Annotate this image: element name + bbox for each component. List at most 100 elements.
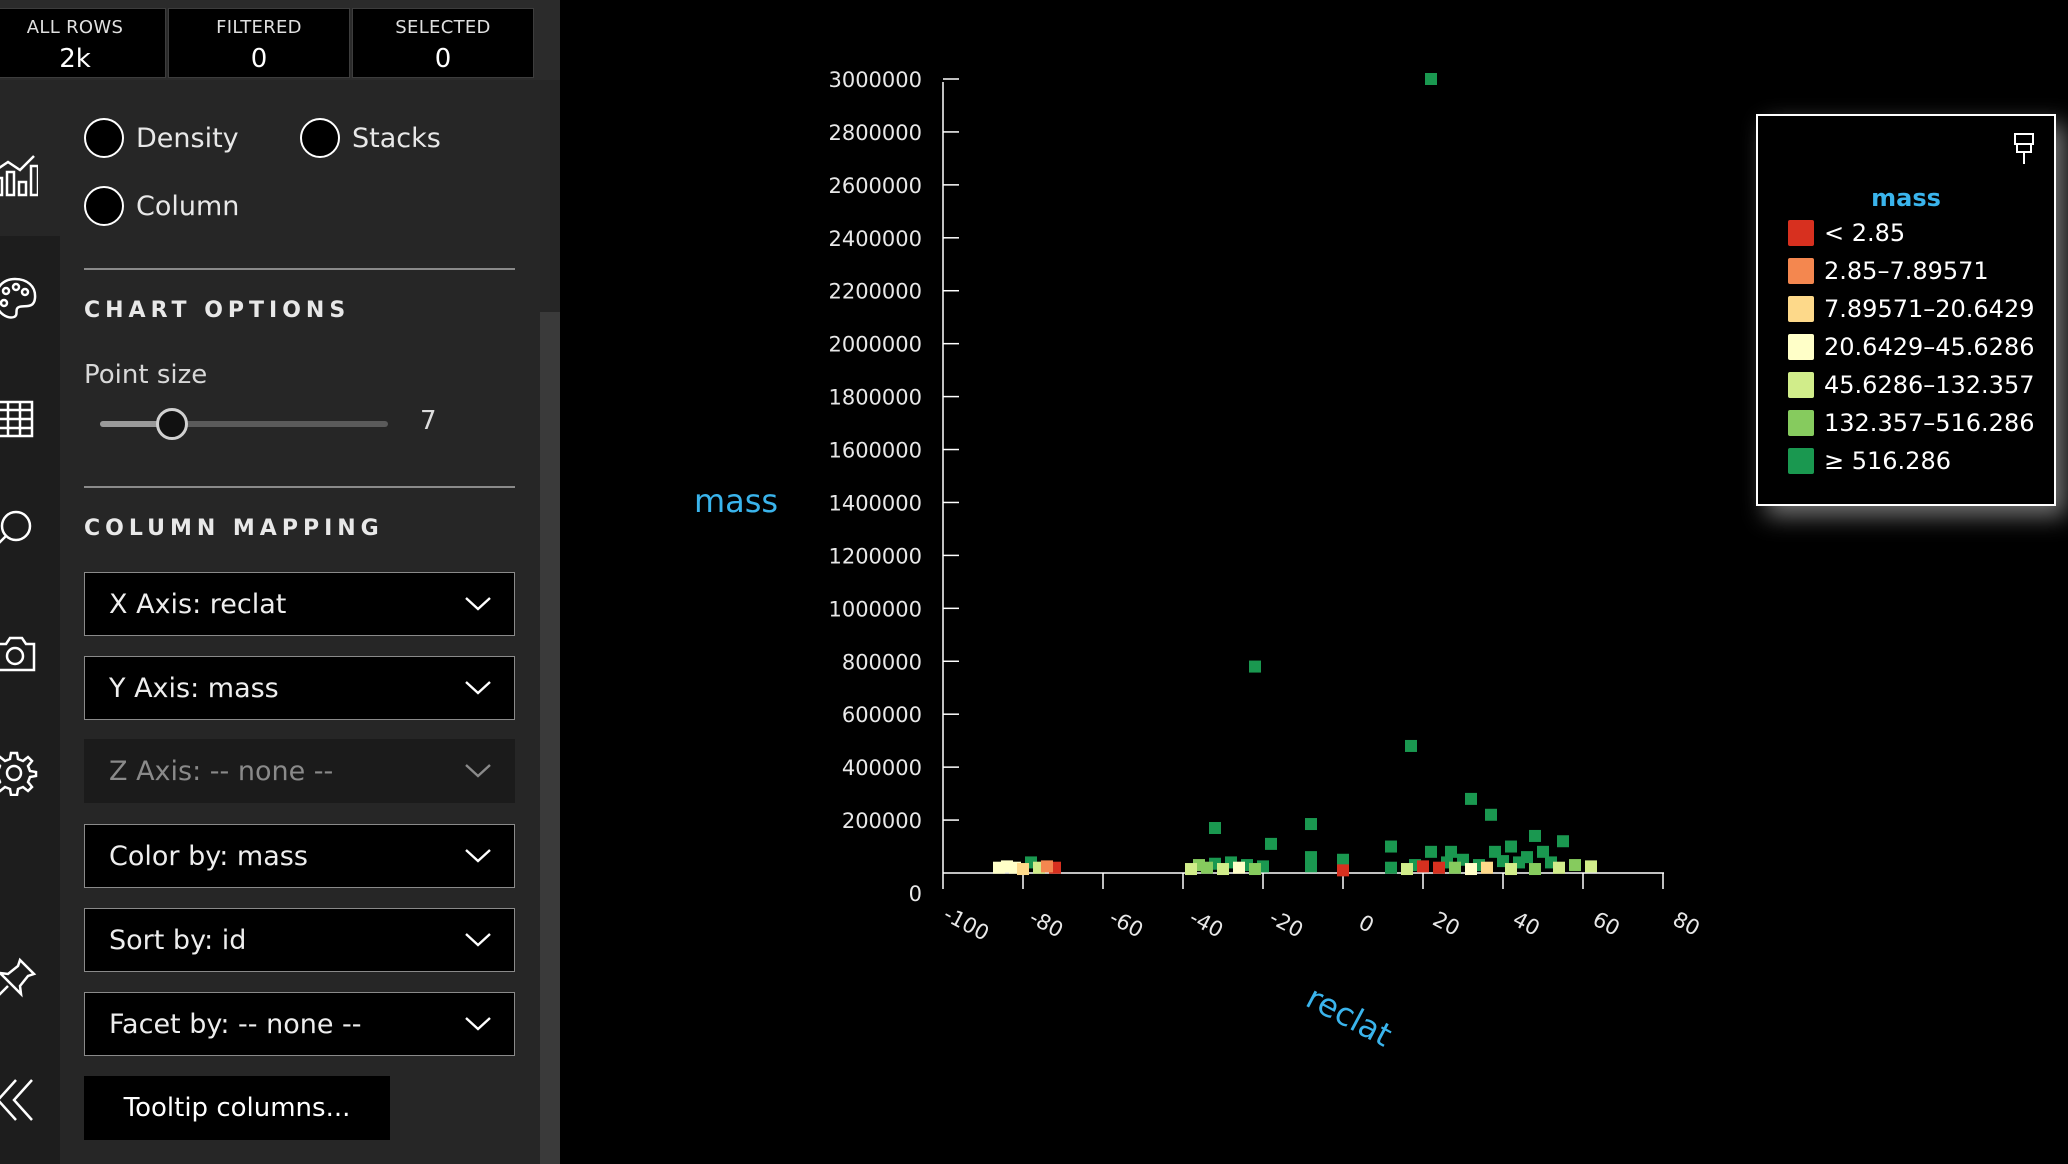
x-axis-label: reclat	[1300, 978, 1398, 1054]
x-tick-label: -80	[1026, 905, 1068, 942]
radio-stacks-circle[interactable]	[300, 118, 340, 158]
data-point	[1305, 818, 1317, 831]
chevron-down-icon	[465, 764, 491, 778]
radio-column-circle[interactable]	[84, 186, 124, 226]
data-point	[1209, 822, 1221, 835]
data-point	[1553, 861, 1565, 874]
y-tick-label: 800000	[842, 650, 922, 674]
x-tick-label: 80	[1669, 907, 1704, 941]
radio-density-label: Density	[136, 122, 239, 154]
point-size-label: Point size	[84, 360, 208, 390]
data-point	[1485, 808, 1497, 821]
x-tick-label: -20	[1266, 905, 1308, 942]
legend-label: < 2.85	[1824, 219, 1906, 247]
collapse-icon[interactable]	[0, 1078, 38, 1124]
point-size-slider[interactable]	[100, 404, 390, 444]
legend-item: 45.6286–132.357	[1788, 370, 2035, 400]
legend: mass < 2.85 2.85–7.89571 7.89571–20.6429…	[1756, 114, 2056, 506]
chevron-down-icon	[465, 1017, 491, 1031]
y-tick-label: 2000000	[828, 333, 922, 357]
legend-label: 45.6286–132.357	[1824, 371, 2035, 399]
chart-options-title: CHART OPTIONS	[84, 298, 351, 323]
data-point	[1445, 845, 1457, 858]
data-point	[1465, 792, 1477, 805]
radio-density-circle[interactable]	[84, 118, 124, 158]
data-point	[1425, 73, 1437, 85]
radio-column-label: Column	[136, 190, 240, 222]
y-tick-label: 2800000	[828, 121, 922, 145]
data-point	[1305, 860, 1317, 873]
z-axis-dropdown-value: Z Axis: -- none --	[109, 755, 334, 787]
tooltip-columns-button[interactable]: Tooltip columns...	[84, 1076, 390, 1140]
x-tick-label: 40	[1509, 907, 1544, 941]
y-tick-label: 2200000	[828, 280, 922, 304]
divider	[84, 486, 515, 488]
x-tick-label: -40	[1186, 905, 1228, 942]
radio-stacks[interactable]: Stacks	[300, 116, 441, 160]
legend-label: 20.6429–45.6286	[1824, 333, 2035, 361]
stat-selected-label: SELECTED	[395, 17, 491, 38]
legend-swatch	[1788, 372, 1814, 398]
stat-filtered-value: 0	[250, 44, 268, 74]
chart-types-icon[interactable]	[0, 152, 38, 198]
data-point	[1569, 859, 1581, 872]
data-point	[1557, 835, 1569, 848]
y-tick-label: 0	[909, 882, 922, 906]
scrollbar[interactable]	[540, 312, 560, 1164]
pin-icon[interactable]	[0, 956, 38, 1002]
point-size-value: 7	[420, 406, 437, 436]
z-axis-dropdown[interactable]: Z Axis: -- none --	[84, 739, 515, 803]
stats-bar: ALL ROWS 2k FILTERED 0 SELECTED 0	[0, 0, 560, 80]
slider-thumb[interactable]	[156, 408, 188, 440]
stat-all-rows-label: ALL ROWS	[26, 17, 124, 38]
data-point	[1041, 860, 1053, 873]
y-tick-label: 2600000	[828, 174, 922, 198]
y-axis-dropdown[interactable]: Y Axis: mass	[84, 656, 515, 720]
legend-item: 132.357–516.286	[1788, 408, 2035, 438]
palette-icon[interactable]	[0, 276, 38, 322]
color-by-dropdown-value: Color by: mass	[109, 840, 308, 872]
data-point	[1249, 660, 1261, 673]
x-tick-label: -100	[940, 902, 993, 946]
settings-panel: ALL ROWS 2k FILTERED 0 SELECTED 0 Densit…	[0, 0, 560, 1164]
radio-column[interactable]: Column	[84, 184, 239, 228]
sort-by-dropdown[interactable]: Sort by: id	[84, 908, 515, 972]
radio-density[interactable]: Density	[84, 116, 239, 160]
legend-label: 7.89571–20.6429	[1824, 295, 2035, 323]
data-point	[1465, 863, 1477, 876]
legend-swatch	[1788, 410, 1814, 436]
x-tick-label: 60	[1589, 907, 1624, 941]
camera-icon[interactable]	[0, 630, 38, 676]
table-icon[interactable]	[0, 396, 38, 442]
data-point	[1417, 860, 1429, 873]
legend-swatch	[1788, 220, 1814, 246]
divider	[84, 268, 515, 270]
x-tick-label: 0	[1355, 910, 1378, 937]
x-axis-dropdown[interactable]: X Axis: reclat	[84, 572, 515, 636]
y-axis-dropdown-value: Y Axis: mass	[109, 672, 279, 704]
data-point	[1585, 860, 1597, 873]
y-axis-label: mass	[694, 482, 778, 520]
y-tick-label: 3000000	[828, 68, 922, 92]
search-icon[interactable]	[0, 506, 38, 552]
y-tick-label: 1600000	[828, 439, 922, 463]
legend-pin-icon[interactable]	[2012, 132, 2036, 166]
data-point	[1249, 863, 1261, 876]
sort-by-dropdown-value: Sort by: id	[109, 924, 247, 956]
legend-item: 2.85–7.89571	[1788, 256, 1989, 286]
stat-filtered: FILTERED 0	[168, 8, 350, 78]
color-by-dropdown[interactable]: Color by: mass	[84, 824, 515, 888]
legend-swatch	[1788, 448, 1814, 474]
data-point	[1233, 861, 1245, 874]
legend-swatch	[1788, 334, 1814, 360]
legend-item: ≥ 516.286	[1788, 446, 1951, 476]
data-point	[1505, 840, 1517, 853]
stat-selected-value: 0	[434, 44, 452, 74]
chevron-down-icon	[465, 933, 491, 947]
data-point	[1529, 863, 1541, 876]
facet-by-dropdown[interactable]: Facet by: -- none --	[84, 992, 515, 1056]
gear-icon[interactable]	[0, 750, 38, 796]
legend-swatch	[1788, 296, 1814, 322]
y-tick-label: 600000	[842, 703, 922, 727]
data-point	[1001, 860, 1013, 873]
